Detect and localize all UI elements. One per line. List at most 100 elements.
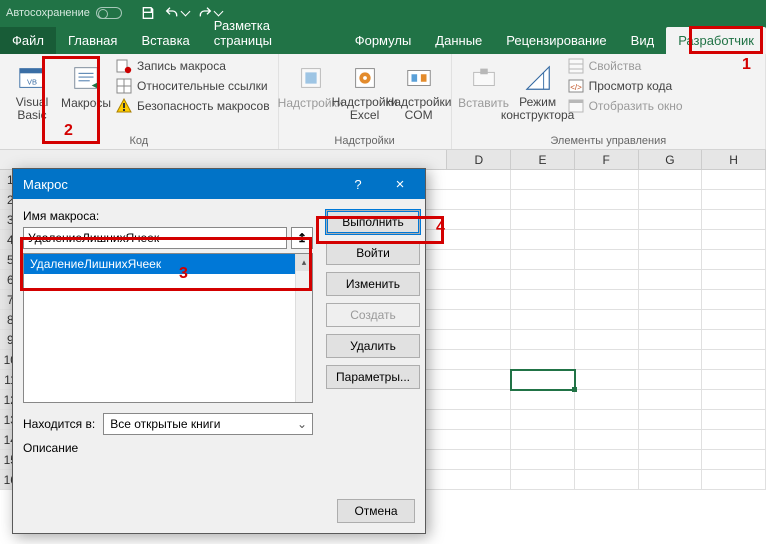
view-code-button[interactable]: </> Просмотр кода bbox=[568, 78, 683, 94]
list-item[interactable]: УдалениеЛишнихЯчеек bbox=[24, 254, 312, 274]
cell[interactable] bbox=[639, 250, 703, 270]
cell[interactable] bbox=[702, 210, 766, 230]
options-button[interactable]: Параметры... bbox=[326, 365, 420, 389]
goto-button[interactable]: ↥ bbox=[291, 227, 313, 249]
delete-button[interactable]: Удалить bbox=[326, 334, 420, 358]
column-header[interactable]: D bbox=[447, 150, 511, 169]
cell[interactable] bbox=[575, 330, 639, 350]
undo-button[interactable] bbox=[164, 5, 189, 21]
cell[interactable] bbox=[511, 410, 575, 430]
macro-list[interactable]: УдалениеЛишнихЯчеек ▴ bbox=[23, 253, 313, 403]
cell[interactable] bbox=[702, 350, 766, 370]
cell[interactable] bbox=[511, 450, 575, 470]
cell[interactable] bbox=[702, 390, 766, 410]
cell[interactable] bbox=[447, 350, 511, 370]
cell[interactable] bbox=[511, 330, 575, 350]
cell[interactable] bbox=[447, 430, 511, 450]
relative-refs-button[interactable]: Относительные ссылки bbox=[116, 78, 270, 94]
cell[interactable] bbox=[639, 330, 703, 350]
dialog-titlebar[interactable]: Макрос ? × bbox=[13, 169, 425, 199]
cell[interactable] bbox=[447, 250, 511, 270]
cell[interactable] bbox=[575, 370, 639, 390]
column-header[interactable]: F bbox=[575, 150, 639, 169]
cell[interactable] bbox=[447, 470, 511, 490]
cell[interactable] bbox=[639, 270, 703, 290]
design-mode-button[interactable]: Режим конструктора bbox=[514, 58, 562, 126]
location-combo[interactable]: Все открытые книги ⌄ bbox=[103, 413, 313, 435]
cell[interactable] bbox=[639, 230, 703, 250]
cell[interactable] bbox=[702, 250, 766, 270]
cell[interactable] bbox=[511, 390, 575, 410]
cell[interactable] bbox=[702, 310, 766, 330]
cell[interactable] bbox=[575, 430, 639, 450]
column-header[interactable]: E bbox=[511, 150, 575, 169]
cell[interactable] bbox=[702, 470, 766, 490]
cell[interactable] bbox=[511, 310, 575, 330]
cell[interactable] bbox=[511, 270, 575, 290]
step-into-button[interactable]: Войти bbox=[326, 241, 420, 265]
close-button[interactable]: × bbox=[379, 169, 421, 199]
cell[interactable] bbox=[447, 170, 511, 190]
cell[interactable] bbox=[447, 410, 511, 430]
cell[interactable] bbox=[447, 210, 511, 230]
cell[interactable] bbox=[575, 410, 639, 430]
cell[interactable] bbox=[575, 450, 639, 470]
cell[interactable] bbox=[511, 290, 575, 310]
tab-page-layout[interactable]: Разметка страницы bbox=[202, 12, 343, 54]
tab-view[interactable]: Вид bbox=[619, 27, 667, 54]
cell[interactable] bbox=[702, 430, 766, 450]
cell[interactable] bbox=[447, 190, 511, 210]
cell[interactable] bbox=[702, 370, 766, 390]
cell[interactable] bbox=[702, 290, 766, 310]
cell[interactable] bbox=[575, 350, 639, 370]
cell[interactable] bbox=[702, 410, 766, 430]
cell[interactable] bbox=[575, 250, 639, 270]
visual-basic-button[interactable]: VB Visual Basic bbox=[8, 58, 56, 126]
help-button[interactable]: ? bbox=[337, 169, 379, 199]
cell[interactable] bbox=[702, 270, 766, 290]
scrollbar[interactable]: ▴ bbox=[295, 254, 312, 402]
cell[interactable] bbox=[447, 310, 511, 330]
cell[interactable] bbox=[511, 230, 575, 250]
column-header[interactable]: H bbox=[702, 150, 766, 169]
cell[interactable] bbox=[639, 370, 703, 390]
cell[interactable] bbox=[639, 410, 703, 430]
column-header[interactable]: G bbox=[639, 150, 703, 169]
cell[interactable] bbox=[575, 390, 639, 410]
cell[interactable] bbox=[639, 350, 703, 370]
cell[interactable] bbox=[575, 470, 639, 490]
autosave-toggle[interactable]: Автосохранение bbox=[6, 7, 122, 19]
cell[interactable] bbox=[575, 190, 639, 210]
addins-button[interactable]: Надстройки bbox=[287, 58, 335, 114]
show-dialog-button[interactable]: Отобразить окно bbox=[568, 98, 683, 114]
cell[interactable] bbox=[447, 390, 511, 410]
cell[interactable] bbox=[511, 350, 575, 370]
cell[interactable] bbox=[447, 370, 511, 390]
scroll-up-icon[interactable]: ▴ bbox=[296, 254, 312, 271]
properties-button[interactable]: Свойства bbox=[568, 58, 683, 74]
cell[interactable] bbox=[702, 230, 766, 250]
cell[interactable] bbox=[639, 390, 703, 410]
record-macro-button[interactable]: Запись макроса bbox=[116, 58, 270, 74]
tab-data[interactable]: Данные bbox=[423, 27, 494, 54]
cell[interactable] bbox=[575, 210, 639, 230]
cell[interactable] bbox=[511, 430, 575, 450]
cell[interactable] bbox=[639, 210, 703, 230]
cell[interactable] bbox=[575, 270, 639, 290]
select-all-corner[interactable] bbox=[0, 150, 447, 169]
cell[interactable] bbox=[511, 470, 575, 490]
tab-formulas[interactable]: Формулы bbox=[343, 27, 424, 54]
edit-button[interactable]: Изменить bbox=[326, 272, 420, 296]
cell[interactable] bbox=[511, 170, 575, 190]
cell[interactable] bbox=[639, 170, 703, 190]
tab-insert[interactable]: Вставка bbox=[129, 27, 201, 54]
cell[interactable] bbox=[702, 170, 766, 190]
cell[interactable] bbox=[447, 330, 511, 350]
cell[interactable] bbox=[447, 230, 511, 250]
macro-security-button[interactable]: Безопасность макросов bbox=[116, 98, 270, 114]
cancel-button[interactable]: Отмена bbox=[337, 499, 415, 523]
cell[interactable] bbox=[639, 450, 703, 470]
cell[interactable] bbox=[639, 470, 703, 490]
cell[interactable] bbox=[447, 290, 511, 310]
cell[interactable] bbox=[511, 190, 575, 210]
